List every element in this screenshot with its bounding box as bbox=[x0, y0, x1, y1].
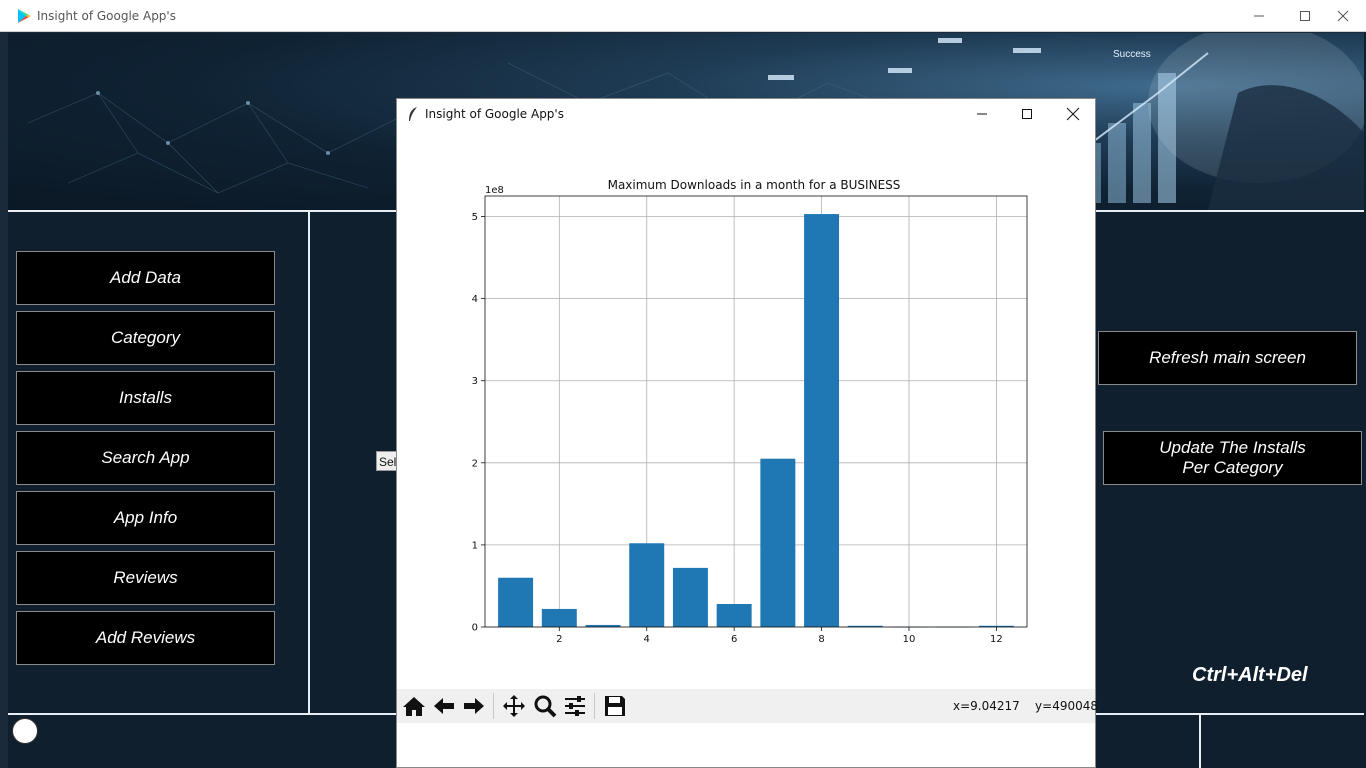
chart-minimize-button[interactable] bbox=[959, 99, 1005, 129]
bar-chart: Maximum Downloads in a month for a BUSIN… bbox=[472, 178, 1028, 645]
main-title-bar: Insight of Google App's bbox=[0, 0, 1366, 32]
close-icon bbox=[1066, 107, 1080, 121]
configure-subplots-button[interactable] bbox=[560, 691, 590, 721]
bar-month-2 bbox=[541, 608, 577, 627]
arrow-right-icon bbox=[464, 698, 484, 714]
zoom-button[interactable] bbox=[530, 691, 560, 721]
chart-maximize-button[interactable] bbox=[1004, 99, 1050, 129]
chart-window: Insight of Google App's Maximum Download… bbox=[396, 98, 1099, 768]
google-play-icon bbox=[18, 9, 31, 23]
category-button[interactable]: Category bbox=[16, 311, 275, 365]
installs-button[interactable]: Installs bbox=[16, 371, 275, 425]
x-tick-label: 10 bbox=[903, 634, 916, 645]
bar-month-4 bbox=[629, 543, 665, 627]
close-icon bbox=[1337, 10, 1349, 22]
bar-month-7 bbox=[760, 458, 796, 627]
refresh-main-screen-button[interactable]: Refresh main screen bbox=[1098, 331, 1357, 385]
reviews-button[interactable]: Reviews bbox=[16, 551, 275, 605]
y-tick-label: 4 bbox=[472, 294, 478, 305]
bar-month-5 bbox=[672, 567, 708, 627]
shortcut-label: Ctrl+Alt+Del bbox=[1192, 664, 1308, 686]
home-button[interactable] bbox=[399, 691, 429, 721]
plot-area-frame bbox=[484, 195, 1028, 628]
minimize-icon bbox=[977, 113, 987, 115]
y-tick-label: 0 bbox=[472, 623, 478, 634]
toolbar-separator bbox=[493, 693, 494, 719]
status-indicator bbox=[12, 718, 38, 744]
x-tick-label: 8 bbox=[818, 634, 824, 645]
y-tick-label: 2 bbox=[472, 458, 478, 469]
add-data-button[interactable]: Add Data bbox=[16, 251, 275, 305]
add-reviews-button[interactable]: Add Reviews bbox=[16, 611, 275, 665]
sliders-icon bbox=[565, 696, 585, 716]
maximize-icon bbox=[1022, 109, 1032, 119]
magnifier-icon bbox=[534, 695, 557, 718]
chart-ticks: 2 4 6 8 10 12012345 bbox=[472, 212, 1003, 645]
y-tick-label: 1 bbox=[472, 540, 478, 551]
bar-month-1 bbox=[498, 577, 534, 627]
minimize-button[interactable] bbox=[1236, 0, 1282, 32]
x-tick-label: 2 bbox=[556, 634, 562, 645]
bar-month-6 bbox=[716, 604, 752, 627]
chart-title: Maximum Downloads in a month for a BUSIN… bbox=[608, 178, 901, 192]
move-icon bbox=[503, 695, 525, 717]
feather-icon bbox=[409, 107, 417, 121]
update-installs-line-1: Update The Installs bbox=[1159, 438, 1306, 457]
chart-toolbar: x=9.04217 y=490048 bbox=[397, 689, 1099, 723]
frame-divider-left bbox=[308, 212, 310, 713]
chart-bars bbox=[498, 214, 1014, 628]
svg-text:Success: Success bbox=[1113, 49, 1151, 60]
chart-window-title-bar: Insight of Google App's bbox=[397, 99, 1095, 129]
update-installs-line-2: Per Category bbox=[1182, 458, 1283, 477]
minimize-icon bbox=[1254, 15, 1264, 17]
search-app-button[interactable]: Search App bbox=[16, 431, 275, 485]
bar-month-8 bbox=[804, 214, 840, 627]
forward-button[interactable] bbox=[459, 691, 489, 721]
desktop: Insight of Google App's Success Add Data… bbox=[0, 0, 1366, 768]
update-installs-button[interactable]: Update The Installs Per Category bbox=[1103, 431, 1362, 485]
maximize-icon bbox=[1300, 11, 1310, 21]
chart-close-button[interactable] bbox=[1050, 99, 1096, 129]
pan-button[interactable] bbox=[499, 691, 529, 721]
y-tick-label: 5 bbox=[472, 212, 478, 223]
back-button[interactable] bbox=[429, 691, 459, 721]
x-tick-label: 12 bbox=[990, 634, 1003, 645]
toolbar-separator bbox=[594, 693, 595, 719]
floppy-disk-icon bbox=[605, 696, 625, 716]
save-figure-button[interactable] bbox=[600, 691, 630, 721]
chart-window-title: Insight of Google App's bbox=[425, 107, 564, 121]
y-tick-label: 3 bbox=[472, 376, 478, 387]
cursor-coordinates: x=9.04217 y=490048 bbox=[953, 699, 1099, 713]
close-button[interactable] bbox=[1320, 0, 1366, 32]
app-info-button[interactable]: App Info bbox=[16, 491, 275, 545]
x-tick-label: 6 bbox=[731, 634, 737, 645]
chart-grid bbox=[485, 196, 1027, 628]
x-tick-label: 4 bbox=[644, 634, 650, 645]
y-axis-offset-label: 1e8 bbox=[485, 185, 504, 196]
frame-divider-footer bbox=[1199, 715, 1201, 768]
window-title: Insight of Google App's bbox=[37, 9, 176, 23]
arrow-left-icon bbox=[434, 698, 454, 714]
home-icon bbox=[403, 697, 425, 716]
